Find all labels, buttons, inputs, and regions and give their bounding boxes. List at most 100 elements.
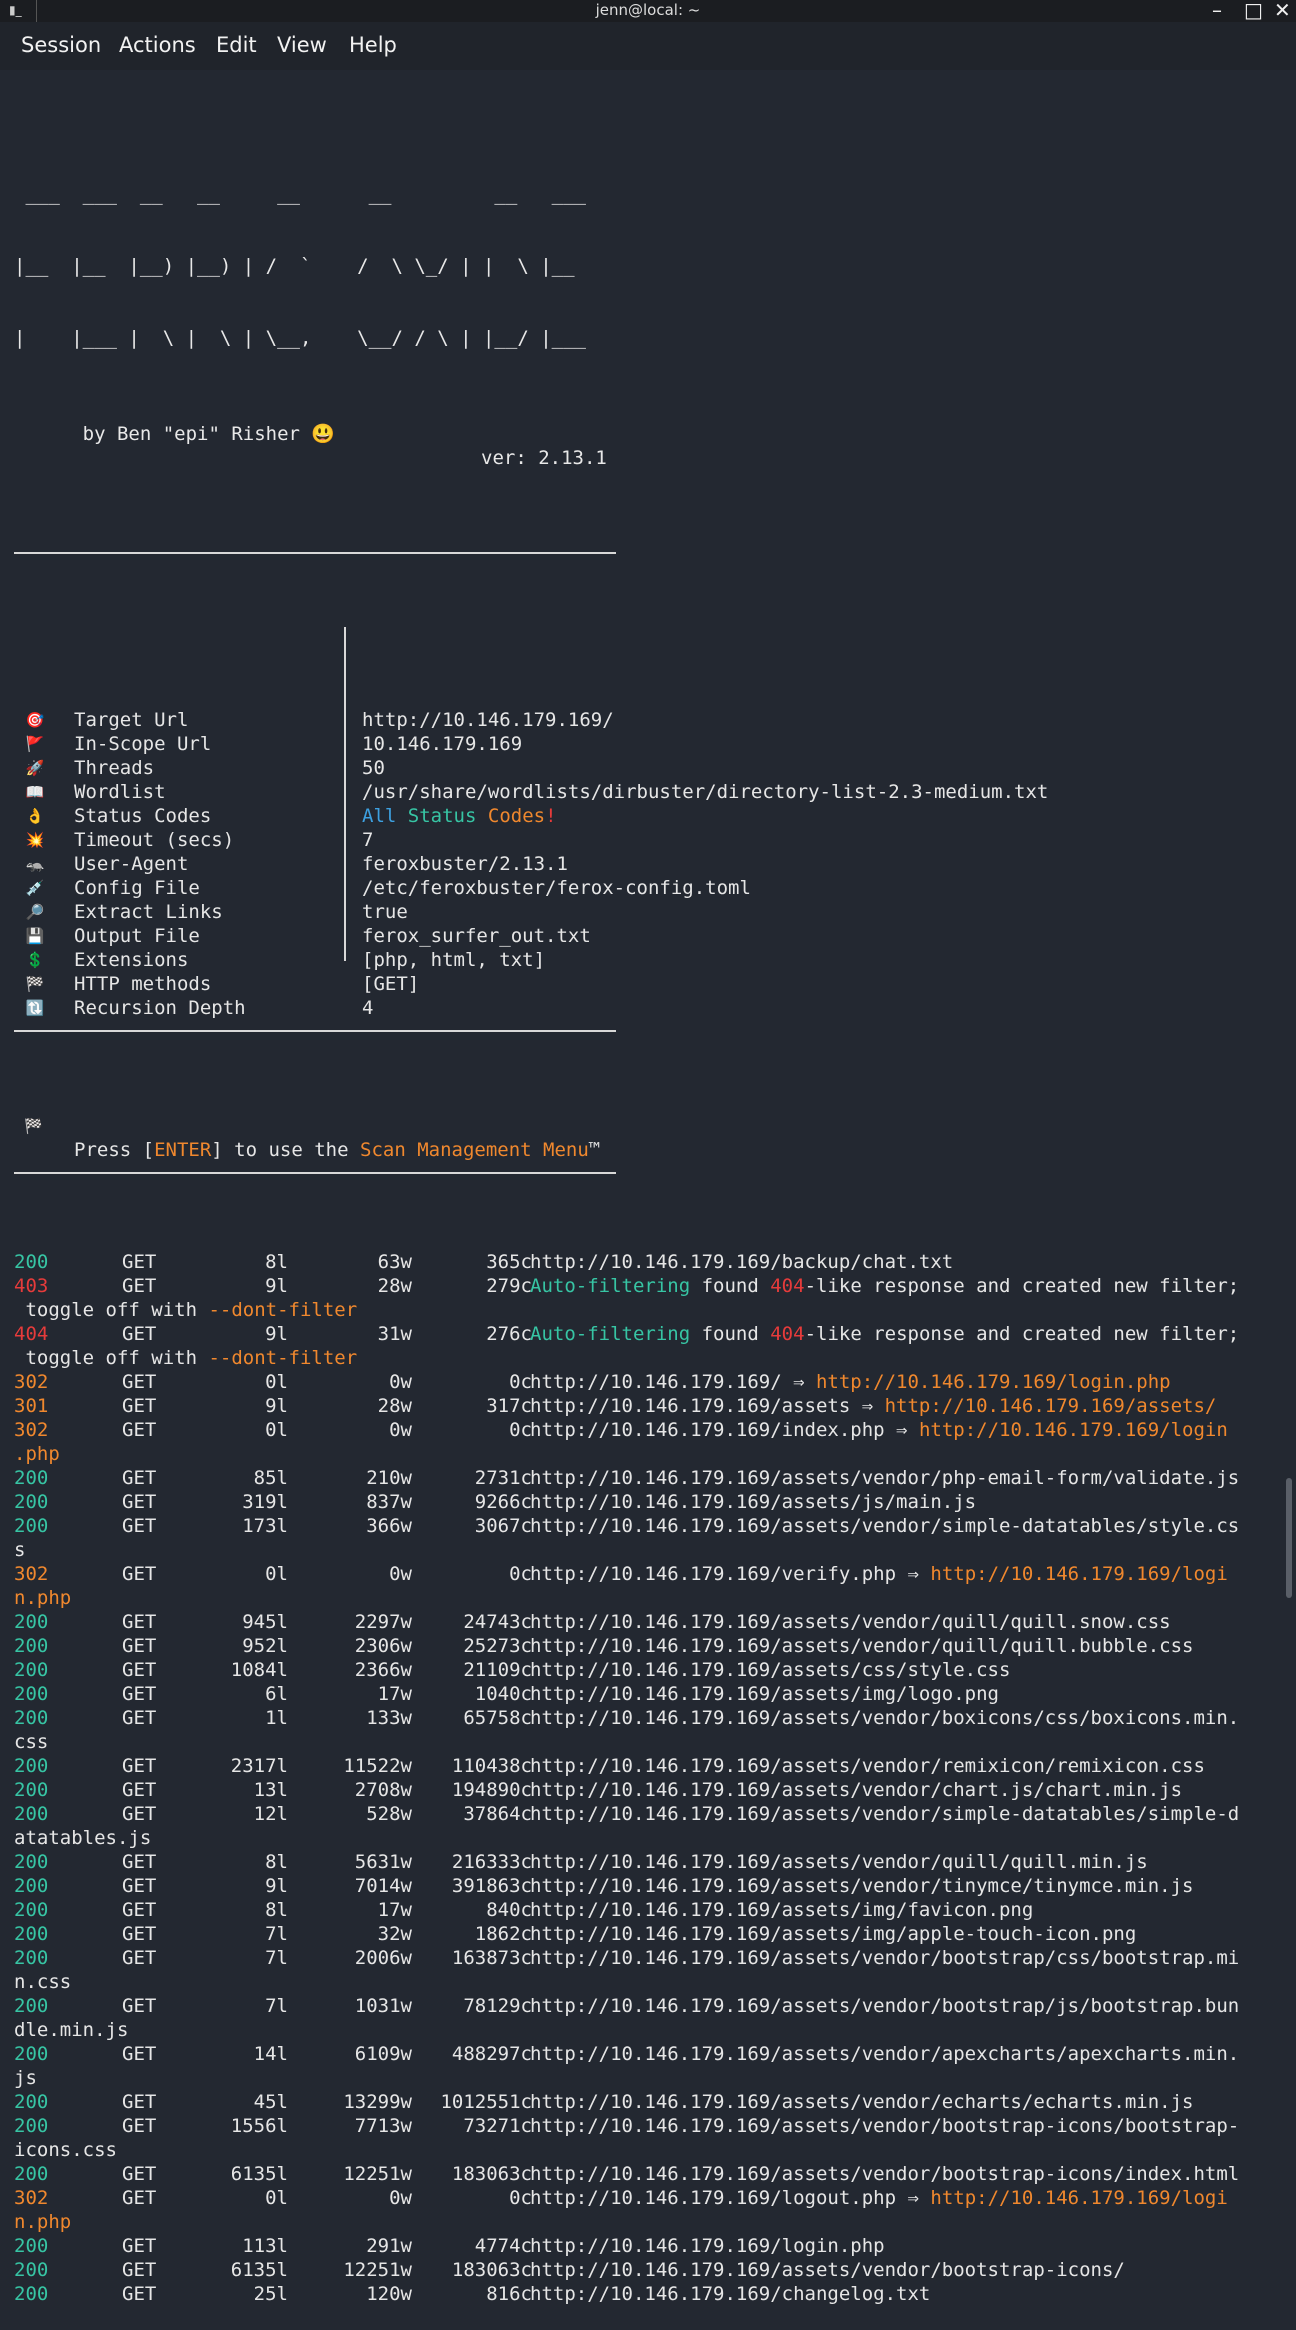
result-row: 200 GET 952l 2306w 25273c http://10.146.179.1…	[14, 1634, 1289, 1658]
url-path: http://10.146.179.169/assets/vendor/tiny…	[530, 1875, 1194, 1897]
status-code: 200	[14, 1515, 49, 1537]
terminal-output[interactable]: ___ ___ __ __ __ __ __ ___ |__ |__ |__) …	[14, 86, 1289, 2330]
config-value: All Status Codes!	[362, 804, 557, 828]
line-count: 6135l	[230, 2259, 288, 2281]
status-code: 200	[14, 1251, 49, 1273]
ascii-banner: ___ ___ __ __ __ __ __ ___ |__ |__ |__) …	[14, 134, 1289, 470]
hint-mid: ] to use the	[211, 1139, 360, 1161]
checkered-flag-icon: 🏁	[24, 1117, 43, 1135]
redirect-url: http://10.146.179.169/logi	[930, 1563, 1228, 1585]
result-url: http://10.146.179.169/assets/vendor/boot…	[530, 1946, 1239, 1970]
redirect-url: http://10.146.179.169/logi	[930, 2187, 1228, 2209]
result-continuation: css	[14, 1730, 1289, 1754]
method: GET	[122, 2235, 157, 2257]
redirect-url: http://10.146.179.169/login	[918, 1419, 1228, 1441]
minimize-icon[interactable]: –	[1212, 0, 1222, 22]
result-continuation: n.php	[14, 1586, 1289, 1610]
method: GET	[122, 1755, 157, 1777]
divider	[14, 1172, 616, 1174]
result-row: 200 GET 319l 837w 9266c http://10.146.179.169…	[14, 1490, 1289, 1514]
config-value: /usr/share/wordlists/dirbuster/directory…	[362, 781, 1049, 803]
url-path: http://10.146.179.169/assets/vendor/apex…	[530, 2043, 1240, 2065]
result-row: 200 GET 1556l 7713w 73271c http://10.146.179.…	[14, 2114, 1289, 2138]
hint-pre: Press [	[74, 1139, 155, 1161]
line-count: 25l	[253, 2283, 288, 2305]
result-row: 200 GET 25l 120w 816c http://10.146.179.169/c…	[14, 2282, 1289, 2306]
url-path: http://10.146.179.169/backup/chat.txt	[530, 1251, 954, 1273]
method: GET	[122, 1395, 157, 1417]
method: GET	[122, 2091, 157, 2113]
char-count: 1862c	[474, 1923, 532, 1945]
line-count: 9l	[265, 1395, 288, 1417]
word-count: 28w	[377, 1275, 412, 1297]
url-path: http://10.146.179.169/assets/img/favicon…	[530, 1899, 1034, 1921]
line-count: 7l	[265, 1995, 288, 2017]
result-row: 302 GET 0l 0w 0c http://10.146.179.169/verify…	[14, 1562, 1289, 1586]
char-count: 0c	[509, 2187, 532, 2209]
url-path: http://10.146.179.169/verify.php ⇒	[530, 1563, 931, 1585]
char-count: 194890c	[451, 1779, 532, 1801]
result-continuation: n.php	[14, 2210, 1289, 2234]
method: GET	[122, 1515, 157, 1537]
autofilter-text: found	[690, 1275, 771, 1297]
result-row: 302 GET 0l 0w 0c http://10.146.179.169/ ⇒ htt…	[14, 1370, 1289, 1394]
method: GET	[122, 1371, 157, 1393]
ascii-line: | |___ | \ | \ | \__, \__/ / \ | |__/ |_…	[14, 327, 586, 349]
menu-view[interactable]: View	[277, 33, 327, 57]
status-code: 200	[14, 1803, 49, 1825]
result-url: Auto-filtering found 404-like response a…	[530, 1322, 1239, 1346]
char-count: 488297c	[451, 2043, 532, 2065]
result-url: http://10.146.179.169/verify.php ⇒ http:…	[530, 1562, 1228, 1586]
config-key: HTTP methods	[74, 973, 212, 995]
line-count: 173l	[242, 1515, 288, 1537]
result-row: 200 GET 13l 2708w 194890c http://10.146.179.1…	[14, 1778, 1289, 1802]
word-count: 133w	[366, 1707, 412, 1729]
char-count: 816c	[486, 2283, 532, 2305]
word-count: 2297w	[354, 1611, 412, 1633]
maximize-icon[interactable]: □	[1244, 0, 1263, 22]
config-icon: 💥	[25, 831, 45, 849]
method: GET	[122, 1707, 157, 1729]
line-count: 9l	[265, 1875, 288, 1897]
close-icon[interactable]: ✕	[1274, 0, 1291, 22]
menu-session[interactable]: Session	[21, 33, 101, 57]
ascii-line: ___ ___ __ __ __ __ __ ___	[14, 183, 586, 205]
status-code: 200	[14, 1635, 49, 1657]
divider	[14, 1030, 616, 1032]
status-code: 200	[14, 2235, 49, 2257]
word-count: 2006w	[354, 1947, 412, 1969]
menu-help[interactable]: Help	[349, 33, 397, 57]
status-code: 200	[14, 1995, 49, 2017]
config-key: Target Url	[74, 709, 189, 731]
status-code: 302	[14, 1419, 49, 1441]
status-code: 404	[14, 1323, 49, 1345]
config-row: 💥 Timeout (secs) 7	[14, 828, 1289, 852]
url-path: http://10.146.179.169/assets/vendor/boot…	[530, 1947, 1240, 1969]
result-url: http://10.146.179.169/assets/vendor/simp…	[530, 1802, 1239, 1826]
config-icon: 💾	[25, 927, 45, 945]
url-path: http://10.146.179.169/assets/vendor/quil…	[530, 1635, 1194, 1657]
config-icon: 🦡	[25, 855, 45, 873]
scrollbar[interactable]	[1286, 1478, 1292, 1598]
char-count: 65758c	[463, 1707, 532, 1729]
result-url: http://10.146.179.169/assets/vendor/quil…	[530, 1850, 1148, 1874]
result-row: 200 GET 6l 17w 1040c http://10.146.179.169/as…	[14, 1682, 1289, 1706]
status-code: 200	[14, 1467, 49, 1489]
config-row: 💲 Extensions [php, html, txt]	[14, 948, 1289, 972]
menu-actions[interactable]: Actions	[119, 33, 196, 57]
char-count: 1012551c	[440, 2091, 532, 2113]
method: GET	[122, 1995, 157, 2017]
result-row: 200 GET 6135l 12251w 183063c http://10.146.17…	[14, 2162, 1289, 2186]
status-code: 200	[14, 2283, 49, 2305]
method: GET	[122, 1779, 157, 1801]
result-row: 200 GET 14l 6109w 488297c http://10.146.179.1…	[14, 2042, 1289, 2066]
status-code: 302	[14, 1371, 49, 1393]
menu-edit[interactable]: Edit	[216, 33, 257, 57]
hint-tm: ™	[588, 1139, 601, 1161]
config-row: 🔎 Extract Links true	[14, 900, 1289, 924]
ascii-line: |__ |__ |__) |__) | / ` / \ \_/ | | \ |_…	[14, 255, 575, 277]
result-url: http://10.146.179.169/assets ⇒ http://10…	[530, 1394, 1216, 1418]
url-path: http://10.146.179.169/index.php ⇒	[530, 1419, 919, 1441]
result-url: http://10.146.179.169/assets/vendor/echa…	[530, 2090, 1193, 2114]
result-row: 200 GET 45l 13299w 1012551c http://10.146.179…	[14, 2090, 1289, 2114]
